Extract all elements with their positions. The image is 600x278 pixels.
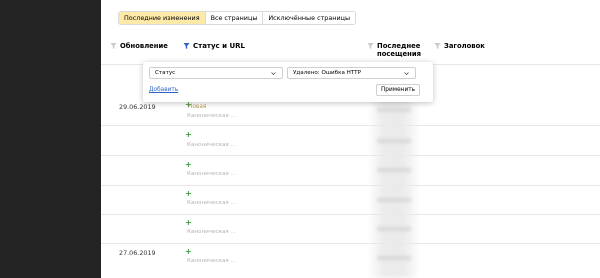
plus-icon[interactable]: + [185,248,192,256]
filter-field-value: Статус [155,70,176,76]
redacted-value [377,139,411,143]
row-date: 29.06.2019 [119,103,156,111]
funnel-icon[interactable] [110,42,117,50]
apply-button[interactable]: Применить [376,84,420,96]
column-status-url-label: Статус и URL [193,42,246,50]
row-canonical[interactable]: Каноническая … [187,171,236,177]
column-last-visit[interactable]: Последнее посещения [367,42,421,58]
filter-popup: Статус Удалено: Ошибка HTTP Добавить При… [143,62,433,102]
row-status: Новая [188,104,207,110]
column-status-url[interactable]: Статус и URL [183,42,245,50]
filter-value-select[interactable]: Удалено: Ошибка HTTP [287,67,416,79]
plus-icon[interactable]: + [185,161,192,169]
row-divider [101,214,600,215]
add-filter-link[interactable]: Добавить [149,87,178,93]
redacted-value [377,256,411,260]
column-updated[interactable]: Обновление [110,42,168,50]
tab-recent-changes[interactable]: Последние изменения [119,12,206,24]
row-canonical[interactable]: Каноническая … [187,258,236,264]
main-content: Последние изменения Все страницы Исключё… [101,0,600,278]
row-canonical[interactable]: Каноническая … [187,200,236,206]
row-divider [101,125,600,126]
column-updated-label: Обновление [120,42,168,50]
filter-value-text: Удалено: Ошибка HTTP [293,70,361,76]
column-last-visit-label: Последнее посещения [377,42,421,58]
column-title[interactable]: Заголовок [434,42,485,50]
funnel-icon[interactable] [434,42,441,50]
row-date: 27.06.2019 [119,249,156,257]
row-divider [101,185,600,186]
left-sidebar [0,0,101,278]
row-divider [101,155,600,156]
row-canonical[interactable]: Каноническая … [187,142,236,148]
filter-field-select[interactable]: Статус [149,67,283,79]
row-canonical[interactable]: Каноническая … [187,113,236,119]
redacted-value [377,227,411,231]
plus-icon[interactable]: + [185,190,192,198]
redacted-value [377,168,411,172]
chevron-down-icon [404,71,409,76]
tab-excluded-pages[interactable]: Исключённые страницы [263,12,356,24]
redacted-value [377,108,411,112]
funnel-icon[interactable] [367,42,374,50]
row-canonical[interactable]: Каноническая … [187,229,236,235]
pages-tabs: Последние изменения Все страницы Исключё… [118,11,357,25]
funnel-icon-active[interactable] [183,42,190,50]
tab-all-pages[interactable]: Все страницы [205,12,264,24]
column-title-label: Заголовок [444,42,485,50]
row-divider [101,243,600,244]
plus-icon[interactable]: + [185,219,192,227]
plus-icon[interactable]: + [185,131,192,139]
chevron-down-icon [271,71,276,76]
redacted-value [377,198,411,202]
